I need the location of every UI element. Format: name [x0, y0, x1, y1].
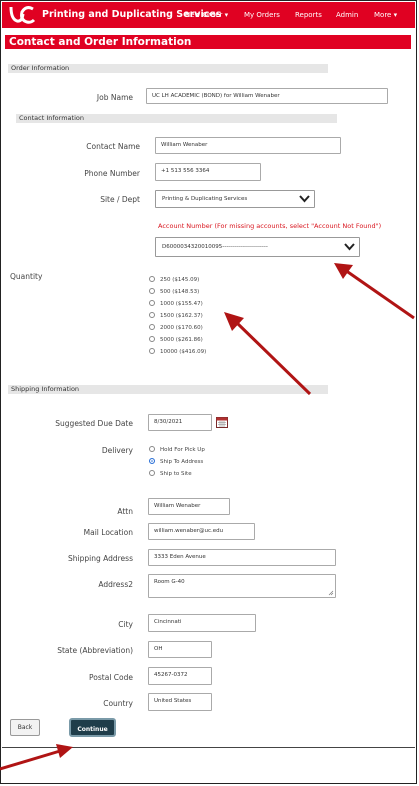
state-input[interactable]: OH — [148, 641, 212, 658]
radio-button[interactable] — [149, 445, 155, 452]
shipping-address-input[interactable]: 3333 Eden Avenue — [148, 549, 336, 566]
quantity-option[interactable]: 500 ($148.53) — [149, 287, 199, 296]
chevron-down-icon — [344, 243, 355, 251]
footer-divider — [2, 747, 415, 748]
nav-reports[interactable]: Reports — [295, 11, 322, 19]
site-dept-select[interactable]: Printing & Duplicating Services — [155, 190, 315, 208]
radio-button[interactable] — [149, 469, 155, 476]
delivery-option-ship-address[interactable]: Ship To Address — [149, 457, 203, 466]
due-date-input[interactable]: 8/30/2021 — [148, 414, 212, 431]
radio-button[interactable] — [149, 347, 155, 354]
site-dept-label: Site / Dept — [100, 195, 140, 204]
phone-number-label: Phone Number — [84, 169, 140, 178]
contact-name-label: Contact Name — [86, 142, 140, 151]
radio-button[interactable] — [149, 275, 155, 282]
due-date-label: Suggested Due Date — [55, 419, 133, 428]
continue-button[interactable]: Continue — [69, 718, 116, 737]
job-name-label: Job Name — [96, 93, 133, 102]
calendar-icon[interactable] — [216, 416, 228, 428]
nav-new-order[interactable]: New Order ▾ — [185, 11, 228, 19]
mail-location-input[interactable]: william.wenaber@uc.edu — [148, 523, 255, 540]
back-button[interactable]: Back — [10, 719, 40, 736]
radio-button[interactable] — [149, 299, 155, 306]
section-order-information: Order Information — [8, 64, 328, 73]
resize-handle-icon[interactable] — [328, 590, 334, 596]
quantity-option[interactable]: 5000 ($261.86) — [149, 335, 203, 344]
quantity-option[interactable]: 10000 ($416.09) — [149, 347, 206, 356]
city-input[interactable]: Cincinnati — [148, 614, 256, 632]
radio-button[interactable] — [149, 323, 155, 330]
quantity-label: Quantity — [10, 272, 43, 281]
address2-textarea[interactable]: Room G-40 — [148, 574, 336, 598]
page-title: Contact and Order Information — [5, 35, 411, 49]
job-name-input[interactable]: UC LH ACADEMIC (BOND) for William Wenabe… — [146, 88, 388, 104]
postal-code-input[interactable]: 45267-0372 — [148, 667, 212, 685]
top-nav: Printing and Duplicating Services New Or… — [2, 2, 415, 28]
address2-label: Address2 — [98, 580, 133, 589]
section-shipping-information: Shipping Information — [8, 385, 328, 394]
mail-location-label: Mail Location — [83, 528, 133, 537]
radio-button[interactable] — [149, 287, 155, 294]
phone-number-input[interactable]: +1 513 556 3364 — [155, 163, 261, 181]
state-label: State (Abbreviation) — [57, 646, 133, 655]
account-number-select[interactable]: D6000034320010095----------------------- — [155, 237, 360, 257]
contact-name-input[interactable]: William Wenaber — [155, 137, 341, 154]
uc-logo-icon[interactable] — [8, 4, 36, 26]
attn-label: Attn — [117, 507, 133, 516]
nav-admin[interactable]: Admin — [336, 11, 358, 19]
delivery-option-hold[interactable]: Hold For Pick Up — [149, 445, 205, 454]
quantity-option[interactable]: 2000 ($170.60) — [149, 323, 203, 332]
quantity-option[interactable]: 1500 ($162.37) — [149, 311, 203, 320]
country-input[interactable]: United States — [148, 693, 212, 711]
city-label: City — [118, 620, 133, 629]
attn-input[interactable]: William Wenaber — [148, 498, 230, 515]
chevron-down-icon — [299, 195, 310, 203]
site-dept-value: Printing & Duplicating Services — [162, 196, 248, 202]
section-contact-information: Contact Information — [16, 114, 337, 123]
quantity-option[interactable]: 1000 ($155.47) — [149, 299, 203, 308]
account-number-value: D6000034320010095----------------------- — [162, 244, 268, 250]
country-label: Country — [103, 699, 133, 708]
quantity-option[interactable]: 250 ($145.09) — [149, 275, 199, 284]
nav-my-orders[interactable]: My Orders — [244, 11, 280, 19]
account-number-note: Account Number (For missing accounts, se… — [158, 222, 382, 230]
radio-button[interactable] — [149, 311, 155, 318]
address2-value: Room G-40 — [154, 579, 185, 585]
postal-code-label: Postal Code — [89, 673, 133, 682]
radio-button[interactable] — [149, 335, 155, 342]
radio-button-selected[interactable] — [149, 457, 155, 464]
delivery-option-ship-site[interactable]: Ship to Site — [149, 469, 192, 478]
nav-more[interactable]: More ▾ — [374, 11, 397, 19]
delivery-label: Delivery — [101, 446, 133, 455]
shipping-address-label: Shipping Address — [68, 554, 133, 563]
